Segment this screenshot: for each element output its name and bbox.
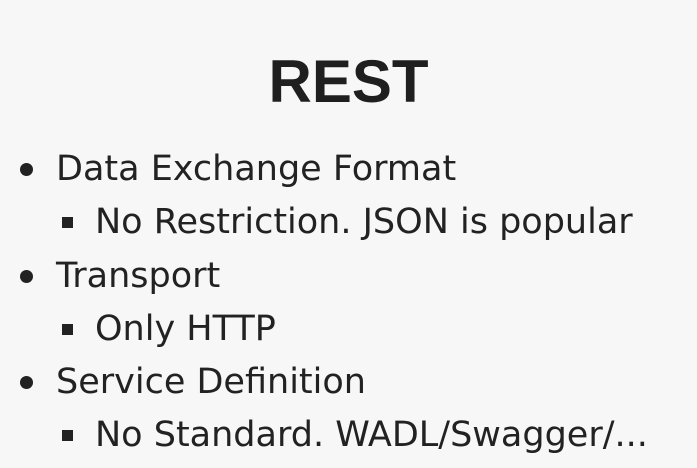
slide-title: REST bbox=[268, 48, 429, 115]
bullet-label: Data Exchange Format bbox=[56, 149, 457, 189]
sub-bullet-item-no-standard: No Standard. WADL/Swagger/... bbox=[62, 414, 682, 456]
square-bullet-icon bbox=[62, 430, 73, 441]
bullet-dot-icon bbox=[20, 376, 33, 389]
sub-bullet-label: No Standard. WADL/Swagger/... bbox=[95, 415, 648, 455]
bullet-item-transport: Transport bbox=[20, 255, 660, 297]
square-bullet-icon bbox=[62, 324, 73, 335]
bullet-item-service-definition: Service Definition bbox=[20, 361, 660, 403]
sub-bullet-label: Only HTTP bbox=[95, 309, 276, 349]
slide: REST Data Exchange Format No Restriction… bbox=[0, 0, 697, 468]
sub-bullet-item-only-http: Only HTTP bbox=[62, 308, 682, 350]
bullet-item-data-exchange-format: Data Exchange Format bbox=[20, 148, 660, 190]
bullet-dot-icon bbox=[20, 270, 33, 283]
bullet-label: Service Definition bbox=[56, 362, 366, 402]
sub-bullet-item-no-restriction: No Restriction. JSON is popular bbox=[62, 201, 682, 243]
bullet-label: Transport bbox=[56, 256, 221, 296]
sub-bullet-label: No Restriction. JSON is popular bbox=[95, 202, 633, 242]
square-bullet-icon bbox=[62, 217, 73, 228]
bullet-dot-icon bbox=[20, 163, 33, 176]
